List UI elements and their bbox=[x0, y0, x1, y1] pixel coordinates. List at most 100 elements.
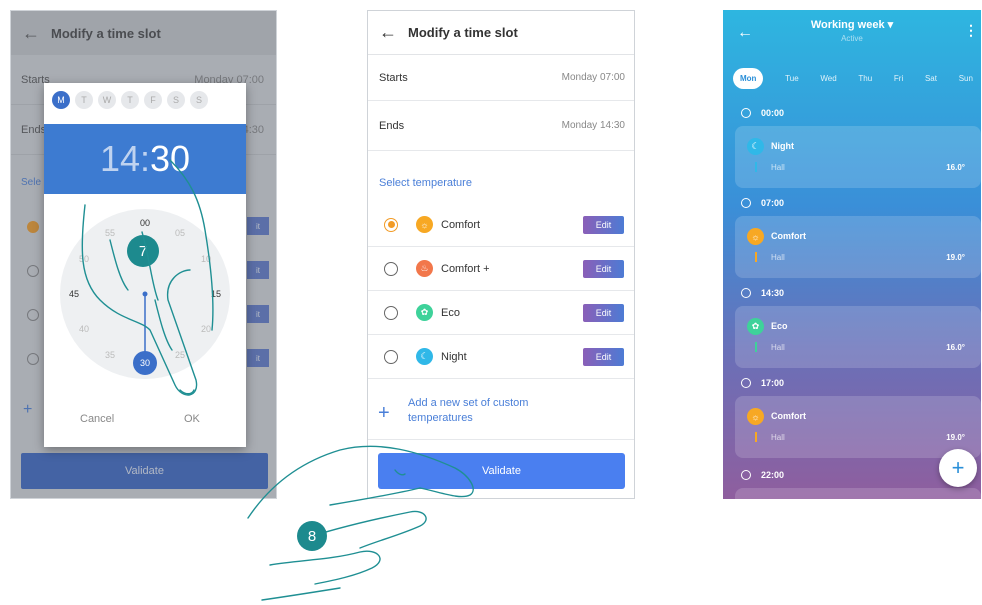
edit-button[interactable]: Edit bbox=[583, 259, 624, 278]
tab-day[interactable]: Fri bbox=[894, 70, 903, 87]
moon-icon: ☾ bbox=[747, 138, 764, 155]
modify-time-slot-screen: ← Modify a time slot Starts Monday 07:00… bbox=[367, 10, 635, 499]
temperature-option-night[interactable]: ☾ Night Edit bbox=[368, 335, 634, 379]
ends-value: Monday 14:30 bbox=[561, 120, 625, 131]
day-chip[interactable]: S bbox=[190, 91, 208, 109]
program-title[interactable]: Working week ▾ bbox=[723, 18, 981, 31]
slot-time: 17:00 bbox=[741, 378, 784, 388]
page-title: Modify a time slot bbox=[408, 25, 518, 40]
back-arrow-icon[interactable]: ← bbox=[368, 22, 408, 43]
clock-number-selected[interactable]: 30 bbox=[140, 358, 150, 368]
tab-day[interactable]: Mon bbox=[733, 68, 764, 89]
slot-zone: Hall bbox=[771, 433, 785, 442]
clock-icon bbox=[741, 378, 751, 388]
leaf-icon: ✿ bbox=[416, 304, 433, 321]
header: ← Working week ▾ Active ⋮ bbox=[723, 10, 981, 58]
temperature-option-comfort-plus[interactable]: ♨ Comfort + Edit bbox=[368, 247, 634, 291]
day-chip[interactable]: T bbox=[121, 91, 139, 109]
slot-time: 22:00 bbox=[741, 470, 784, 480]
slot-temperature: 16.0° bbox=[946, 343, 965, 352]
add-custom-temperatures[interactable]: + Add a new set of custom temperatures bbox=[368, 386, 634, 440]
dropdown-caret-icon: ▾ bbox=[887, 19, 894, 31]
edit-button[interactable]: Edit bbox=[583, 303, 624, 322]
clock-number[interactable]: 40 bbox=[79, 324, 89, 334]
tab-day[interactable]: Tue bbox=[785, 70, 799, 87]
moon-icon: ☾ bbox=[416, 348, 433, 365]
add-slot-button[interactable]: + bbox=[939, 449, 977, 487]
starts-value: Monday 07:00 bbox=[561, 72, 625, 83]
slot-mode: Night bbox=[771, 141, 794, 151]
slot-zone: Hall bbox=[771, 163, 785, 172]
slot-time-label: 07:00 bbox=[761, 198, 785, 208]
time-separator: : bbox=[139, 138, 150, 179]
day-chip[interactable]: S bbox=[167, 91, 185, 109]
mode-color-bar bbox=[755, 432, 757, 442]
clock-number[interactable]: 10 bbox=[201, 254, 211, 264]
validate-button[interactable]: Validate bbox=[378, 453, 625, 489]
radio-button[interactable] bbox=[384, 349, 398, 364]
slot-card[interactable] bbox=[735, 488, 981, 499]
slot-time: 00:00 bbox=[741, 108, 784, 118]
slot-temperature: 19.0° bbox=[946, 253, 965, 262]
tab-day[interactable]: Wed bbox=[820, 70, 836, 87]
tab-day[interactable]: Sun bbox=[959, 70, 973, 87]
clock-number[interactable]: 20 bbox=[201, 324, 211, 334]
clock-number[interactable]: 05 bbox=[175, 228, 185, 238]
starts-row[interactable]: Starts Monday 07:00 bbox=[368, 55, 634, 101]
clock-number[interactable]: 45 bbox=[69, 289, 79, 299]
slot-time: 07:00 bbox=[741, 198, 784, 208]
day-chip[interactable]: W bbox=[98, 91, 116, 109]
program-status: Active bbox=[841, 34, 863, 43]
clock-icon bbox=[741, 288, 751, 298]
slot-card[interactable]: ☾ Night Hall 16.0° bbox=[735, 126, 981, 188]
hour-value[interactable]: 14 bbox=[100, 138, 140, 180]
day-chip[interactable]: M bbox=[52, 91, 70, 109]
leaf-icon: ✿ bbox=[747, 318, 764, 335]
clock-number[interactable]: 55 bbox=[105, 228, 115, 238]
edit-button[interactable]: Edit bbox=[583, 215, 624, 234]
clock-number[interactable]: 50 bbox=[79, 254, 89, 264]
option-label: Comfort bbox=[441, 218, 481, 231]
slot-zone: Hall bbox=[771, 343, 785, 352]
minute-value[interactable]: 30 bbox=[150, 138, 190, 180]
header: ← Modify a time slot bbox=[368, 11, 634, 55]
clock-number[interactable]: 35 bbox=[105, 350, 115, 360]
slot-time-label: 17:00 bbox=[761, 378, 785, 388]
add-custom-label: Add a new set of custom temperatures bbox=[408, 397, 529, 424]
slot-mode: Comfort bbox=[771, 411, 806, 421]
slot-temperature: 16.0° bbox=[946, 163, 965, 172]
comfort-plus-icon: ♨ bbox=[416, 260, 433, 277]
clock-icon bbox=[741, 198, 751, 208]
slot-card[interactable]: ✿ Eco Hall 16.0° bbox=[735, 306, 981, 368]
clock-icon bbox=[741, 108, 751, 118]
temperature-option-comfort[interactable]: ☼ Comfort Edit bbox=[368, 203, 634, 247]
time-picker-screen: ← Modify a time slot Starts Monday 07:00… bbox=[10, 10, 277, 499]
tab-day[interactable]: Thu bbox=[858, 70, 872, 87]
edit-button[interactable]: Edit bbox=[583, 347, 624, 366]
radio-button[interactable] bbox=[384, 217, 398, 232]
cancel-button[interactable]: Cancel bbox=[80, 413, 114, 425]
ends-row[interactable]: Ends Monday 14:30 bbox=[368, 101, 634, 151]
radio-button[interactable] bbox=[384, 261, 398, 276]
option-label: Comfort + bbox=[441, 262, 490, 275]
mode-color-bar bbox=[755, 252, 757, 262]
slot-card[interactable]: ☼ Comfort Hall 19.0° bbox=[735, 396, 981, 458]
program-name: Working week bbox=[810, 19, 885, 31]
option-label: Night bbox=[441, 350, 467, 363]
slot-mode: Eco bbox=[771, 321, 788, 331]
clock-number[interactable]: 25 bbox=[175, 350, 185, 360]
plus-icon: + bbox=[378, 402, 390, 424]
ok-button[interactable]: OK bbox=[184, 413, 200, 425]
temperature-option-eco[interactable]: ✿ Eco Edit bbox=[368, 291, 634, 335]
day-chip[interactable]: F bbox=[144, 91, 162, 109]
step-badge: 8 bbox=[308, 528, 316, 545]
slot-time-label: 00:00 bbox=[761, 108, 785, 118]
radio-button[interactable] bbox=[384, 305, 398, 320]
slot-card[interactable]: ☼ Comfort Hall 19.0° bbox=[735, 216, 981, 278]
clock-icon bbox=[741, 470, 751, 480]
clock-number[interactable]: 00 bbox=[140, 218, 150, 228]
tab-day[interactable]: Sat bbox=[925, 70, 937, 87]
day-chip[interactable]: T bbox=[75, 91, 93, 109]
clock-number[interactable]: 15 bbox=[211, 289, 221, 299]
more-menu-icon[interactable]: ⋮ bbox=[964, 22, 978, 39]
